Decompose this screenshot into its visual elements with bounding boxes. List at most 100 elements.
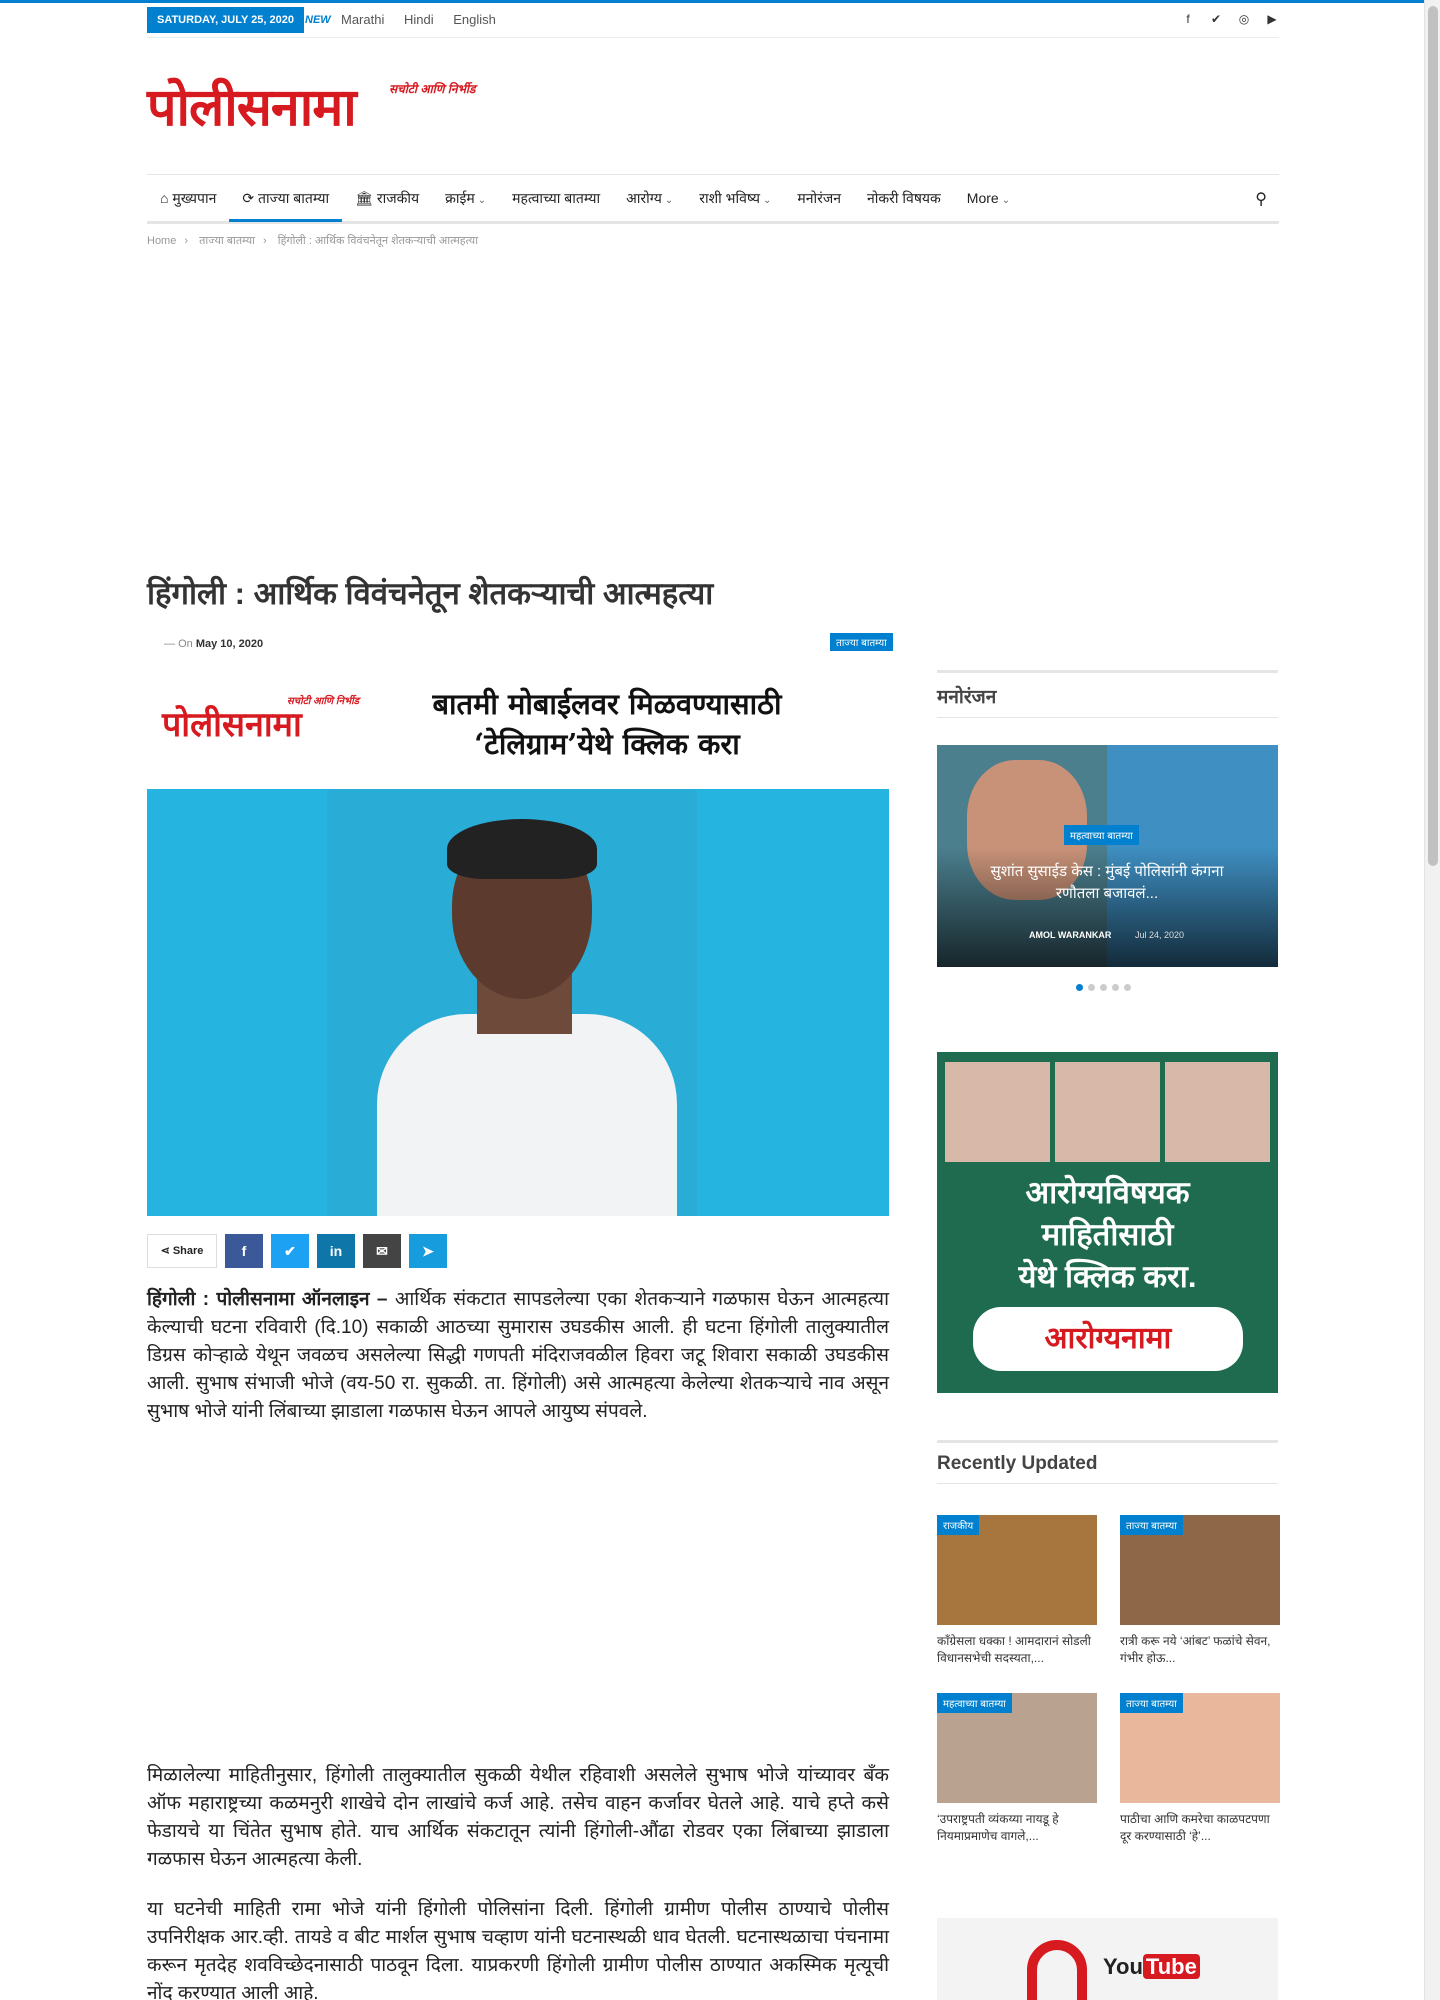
telegram-promo-banner[interactable]: पोलीसनामा सचोटी आणि निर्भीड बातमी मोबाईल… bbox=[147, 680, 889, 770]
share-linkedin-button[interactable]: in bbox=[317, 1234, 355, 1268]
chevron-right-icon: › bbox=[184, 235, 189, 247]
lang-marathi[interactable]: Marathi bbox=[341, 12, 384, 27]
main-nav: ⌂ मुख्यपान ⟳ ताज्या बातम्या 🏛 राजकीय क्र… bbox=[147, 174, 1279, 224]
facebook-icon[interactable]: f bbox=[1181, 12, 1195, 26]
instagram-icon[interactable]: ◎ bbox=[1237, 12, 1251, 26]
card-title[interactable]: रात्री करू नये ‘आंबट’ फळांचे सेवन, गंभीर… bbox=[1120, 1633, 1280, 1667]
slide-category-badge[interactable]: महत्वाच्या बातम्या bbox=[1064, 825, 1139, 845]
article-paragraph-1: हिंगोली : पोलीसनामा ऑनलाइन – आर्थिक संकट… bbox=[147, 1286, 889, 1426]
card-category[interactable]: ताज्या बातम्या bbox=[1120, 1693, 1183, 1713]
youtube-icon[interactable]: ▶ bbox=[1265, 12, 1279, 26]
nav-item-crime[interactable]: क्राईम ⌄ bbox=[432, 175, 499, 222]
recent-post-card[interactable]: ताज्या बातम्या पाठीचा आणि कमरेचा काळपटपण… bbox=[1120, 1693, 1280, 1845]
share-facebook-button[interactable]: f bbox=[225, 1234, 263, 1268]
nav-label: आरोग्य bbox=[626, 189, 662, 206]
slider-dot[interactable] bbox=[1124, 984, 1131, 991]
promo-text: बातमी मोबाईलवर मिळवण्यासाठी ‘टेलिग्राम’य… bbox=[382, 684, 832, 764]
card-thumbnail[interactable]: महत्वाच्या बातम्या bbox=[937, 1693, 1097, 1803]
recent-post-card[interactable]: ताज्या बातम्या रात्री करू नये ‘आंबट’ फळा… bbox=[1120, 1515, 1280, 1667]
slide-author[interactable]: AMOL WARANKAR bbox=[1029, 930, 1111, 940]
top-bar: SATURDAY, JULY 25, 2020 NEW Marathi Hind… bbox=[147, 3, 1279, 38]
nav-item-health[interactable]: आरोग्य ⌄ bbox=[613, 175, 686, 222]
slider-dot[interactable] bbox=[1112, 984, 1119, 991]
youtube-logo-icon bbox=[1027, 1940, 1087, 2000]
logo-wordmark[interactable]: पोलीसनामा bbox=[147, 78, 357, 138]
scrollbar[interactable] bbox=[1424, 0, 1440, 2000]
ad-text: आरोग्यविषयक माहितीसाठी येथे क्लिक करा. bbox=[937, 1172, 1278, 1298]
breadcrumb: Home › ताज्या बातम्या › हिंगोली : आर्थिक व… bbox=[147, 233, 1279, 248]
ad-photo bbox=[1055, 1062, 1160, 1162]
slide-date: Jul 24, 2020 bbox=[1135, 930, 1185, 940]
breadcrumb-category[interactable]: ताज्या बातम्या bbox=[199, 235, 255, 247]
twitter-icon[interactable]: ✔ bbox=[1209, 12, 1223, 26]
card-thumbnail[interactable]: ताज्या बातम्या bbox=[1120, 1693, 1280, 1803]
site-logo[interactable]: पोलीसनामा सचोटी आणि निर्भीड bbox=[147, 78, 1279, 138]
share-icon: ⋖ bbox=[160, 1245, 173, 1257]
share-bar: ⋖ Share f ✔ in ✉ ➤ bbox=[147, 1234, 447, 1270]
nav-label: राशी भविष्य bbox=[699, 189, 760, 206]
share-telegram-button[interactable]: ➤ bbox=[409, 1234, 447, 1268]
date-badge: SATURDAY, JULY 25, 2020 bbox=[147, 7, 304, 33]
nav-label: राजकीय bbox=[376, 189, 420, 206]
refresh-icon: ⟳ bbox=[242, 189, 259, 206]
nav-item-home[interactable]: ⌂ मुख्यपान bbox=[147, 175, 229, 222]
ad-image-strip bbox=[945, 1062, 1270, 1162]
lang-hindi[interactable]: Hindi bbox=[404, 12, 434, 27]
slider-dot[interactable] bbox=[1088, 984, 1095, 991]
search-icon[interactable]: ⚲ bbox=[1255, 189, 1267, 209]
lang-english[interactable]: English bbox=[453, 12, 496, 27]
share-twitter-button[interactable]: ✔ bbox=[271, 1234, 309, 1268]
ad-button[interactable]: आरोग्यनामा bbox=[973, 1307, 1243, 1371]
photo-shirt bbox=[377, 1014, 677, 1216]
telegram-icon: ➤ bbox=[422, 1243, 434, 1259]
card-title[interactable]: काँग्रेसला धक्‍का ! आमदारानं सोडली विधान… bbox=[937, 1633, 1097, 1667]
slider-dot[interactable] bbox=[1100, 984, 1107, 991]
card-thumbnail[interactable]: ताज्या बातम्या bbox=[1120, 1515, 1280, 1625]
card-category[interactable]: ताज्या बातम्या bbox=[1120, 1515, 1183, 1535]
slide-title[interactable]: सुशांत सुसाईड केस : मुंबई पोलिसांनी कंगन… bbox=[967, 861, 1247, 905]
entertainment-slider[interactable]: महत्वाच्या बातम्या सुशांत सुसाईड केस : म… bbox=[937, 745, 1278, 967]
ad-line-2: माहितीसाठी bbox=[1041, 1217, 1174, 1252]
youtube-widget[interactable]: You Tube bbox=[937, 1918, 1278, 2000]
article-paragraph-3: या घटनेची माहिती रामा भोजे यांनी हिंगोली… bbox=[147, 1899, 889, 2000]
card-title[interactable]: पाठीचा आणि कमरेचा काळपटपणा दूर करण्यासाठ… bbox=[1120, 1811, 1280, 1845]
card-title[interactable]: ‘उपराष्ट्रपती व्यंकय्या नायडू हे नियमाप्… bbox=[937, 1811, 1097, 1845]
card-category[interactable]: महत्वाच्या बातम्या bbox=[937, 1693, 1012, 1713]
nav-item-politics[interactable]: 🏛 राजकीय bbox=[342, 175, 432, 222]
share-email-button[interactable]: ✉ bbox=[363, 1234, 401, 1268]
sidebar-heading-recent: Recently Updated bbox=[937, 1440, 1278, 1484]
card-category[interactable]: राजकीय bbox=[937, 1515, 980, 1535]
chevron-down-icon: ⌄ bbox=[664, 194, 674, 206]
ad-line-1: आरोग्यविषयक bbox=[1025, 1175, 1190, 1210]
nav-item-important-news[interactable]: महत्वाच्या बातम्या bbox=[499, 175, 613, 222]
scrollbar-thumb[interactable] bbox=[1428, 6, 1438, 866]
ad-photo bbox=[945, 1062, 1050, 1162]
breadcrumb-home[interactable]: Home bbox=[147, 235, 176, 247]
home-icon: ⌂ bbox=[160, 189, 173, 206]
recent-post-card[interactable]: राजकीय काँग्रेसला धक्‍का ! आमदारानं सोडल… bbox=[937, 1515, 1097, 1667]
nav-item-entertainment[interactable]: मनोरंजन bbox=[784, 175, 854, 222]
nav-label: मुख्यपान bbox=[172, 189, 217, 206]
promo-line-1: बातमी मोबाईलवर मिळवण्यासाठी bbox=[432, 687, 782, 721]
linkedin-icon: in bbox=[329, 1243, 343, 1259]
nav-item-more[interactable]: More ⌄ bbox=[954, 175, 1023, 222]
nav-label: मनोरंजन bbox=[797, 189, 842, 206]
article-date: May 10, 2020 bbox=[195, 638, 264, 650]
chevron-down-icon: ⌄ bbox=[1001, 194, 1011, 206]
card-thumbnail[interactable]: राजकीय bbox=[937, 1515, 1097, 1625]
ad-photo bbox=[1165, 1062, 1270, 1162]
nav-item-horoscope[interactable]: राशी भविष्य ⌄ bbox=[686, 175, 784, 222]
nav-item-jobs[interactable]: नोकरी विषयक bbox=[854, 175, 954, 222]
promo-logo: पोलीसनामा bbox=[162, 705, 302, 745]
article-paragraph-2: मिळालेल्या माहितीनुसार, हिंगोली तालुक्या… bbox=[147, 1765, 889, 1870]
sidebar-heading-entertainment: मनोरंजन bbox=[937, 670, 1278, 718]
recent-post-card[interactable]: महत्वाच्या बातम्या ‘उपराष्ट्रपती व्यंकय्… bbox=[937, 1693, 1097, 1845]
nav-label: ताज्या बातम्या bbox=[258, 189, 330, 206]
article-category-badge[interactable]: ताज्या बातम्या bbox=[830, 633, 893, 651]
section-title: मनोरंजन bbox=[937, 670, 1278, 718]
slider-dot[interactable] bbox=[1076, 984, 1083, 991]
logo-tagline: सचोटी आणि निर्भीड bbox=[389, 82, 476, 96]
social-links: f ✔ ◎ ▶ bbox=[1181, 12, 1279, 26]
health-ad-banner[interactable]: आरोग्यविषयक माहितीसाठी येथे क्लिक करा. आ… bbox=[937, 1052, 1278, 1393]
nav-item-latest-news[interactable]: ⟳ ताज्या बातम्या bbox=[229, 175, 343, 222]
